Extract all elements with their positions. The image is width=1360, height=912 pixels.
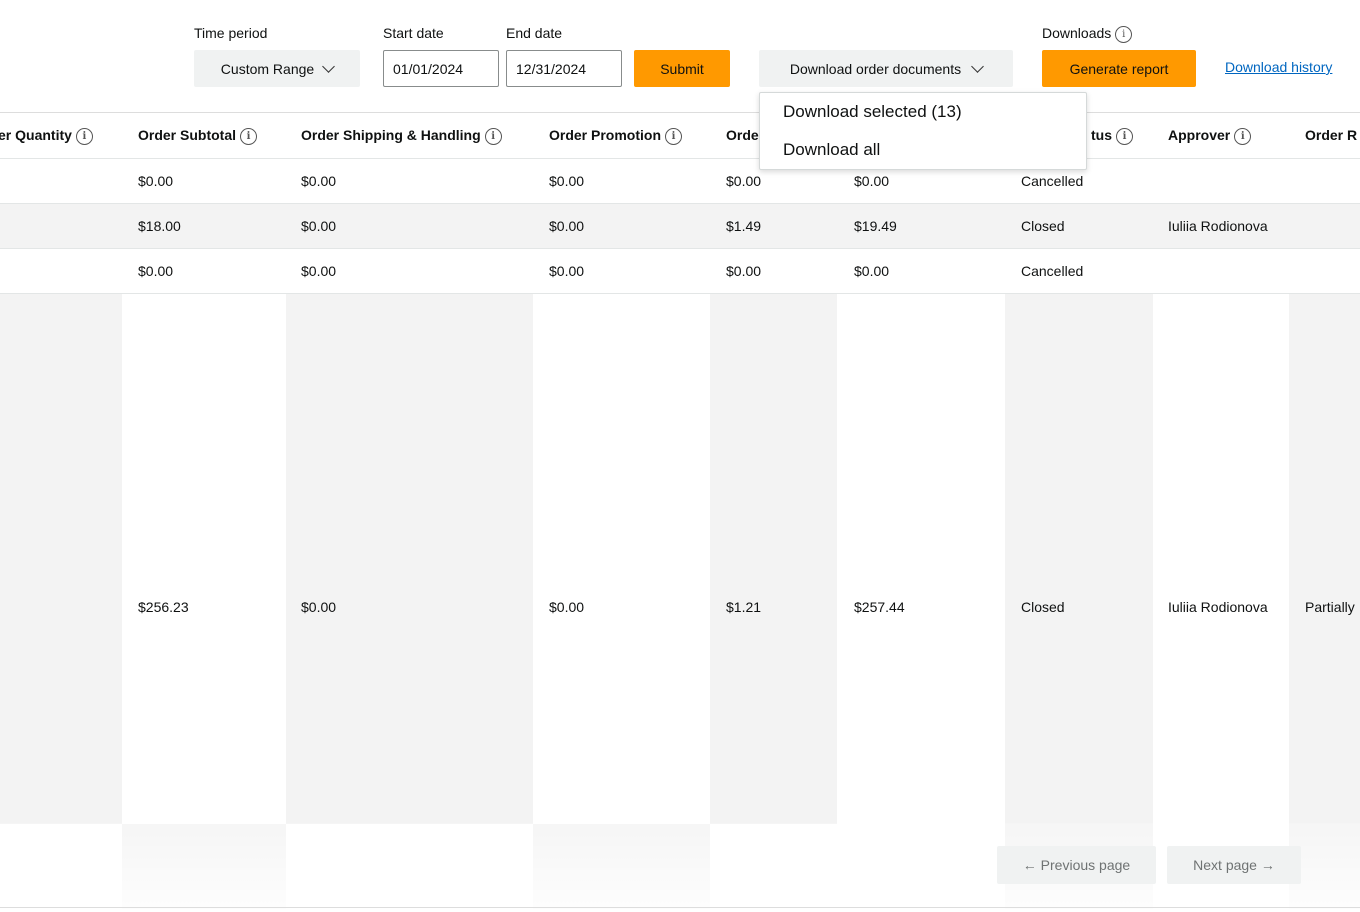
cell-promotion: $0.00 [549,599,585,615]
chevron-down-icon [322,59,336,73]
download-order-documents-label: Download order documents [789,60,962,77]
info-icon[interactable]: i [484,127,502,145]
cell-net-total: $0.00 [854,263,890,279]
menu-item-download-selected[interactable]: Download selected (13) [783,102,962,122]
header-order-subtotal[interactable]: Order Subtotal i [138,127,258,145]
cell-bg [710,294,837,824]
cell-subtotal: $0.00 [138,263,174,279]
info-icon[interactable]: i [240,127,258,145]
time-period-select[interactable]: Custom Range [194,50,360,87]
submit-button[interactable]: Submit [634,50,730,87]
header-order-status[interactable]: tus i [1091,127,1133,145]
start-date-label: Start date [383,25,444,41]
info-icon[interactable]: i [665,127,683,145]
cell-status: Closed [1021,599,1065,615]
generate-report-button[interactable]: Generate report [1042,50,1196,87]
previous-page-button[interactable]: ← Previous page [997,846,1156,884]
cell-bg [1153,294,1289,824]
cell-tax: $1.49 [726,218,762,234]
header-approver[interactable]: Approver i [1168,127,1252,145]
end-date-label: End date [506,25,563,41]
header-order-quantity[interactable]: er Quantity i [0,127,93,145]
download-history-link[interactable]: Download history [1225,59,1332,75]
info-icon[interactable]: i [75,127,93,145]
header-order-shipping[interactable]: Order Shipping & Handling i [301,127,502,145]
end-date-input[interactable] [506,50,622,87]
cell-status: Closed [1021,218,1065,234]
info-icon[interactable]: i [1234,127,1252,145]
cell-shipping: $0.00 [301,263,337,279]
cell-tax: $0.00 [726,263,762,279]
chevron-down-icon [971,59,984,73]
header-label: Approver [1168,127,1231,143]
info-icon[interactable]: i [1116,127,1133,145]
cell-tax: $1.21 [726,599,762,615]
header-label: Order Shipping & Handling [301,127,481,143]
cell-net-total: $257.44 [854,599,905,615]
downloads-label: Downloads i [1042,25,1133,43]
cell-promotion: $0.00 [549,218,585,234]
cell-bg [1005,294,1153,824]
header-label: Order Subtotal [138,127,237,143]
row-divider [0,203,1360,204]
info-icon[interactable]: i [1115,25,1133,43]
header-label: er Quantity [0,127,72,143]
cell-tax: $0.00 [726,173,762,189]
cell-bg [1289,294,1360,824]
orders-table: er Quantity i Order Subtotal i Order Shipp… [0,112,1360,909]
cell-shipping: $0.00 [301,173,337,189]
cell-shipping: $0.00 [301,218,337,234]
header-order-receiving[interactable]: Order R [1305,127,1357,143]
header-label: tus [1091,127,1112,143]
cell-shipping: $0.00 [301,599,337,615]
start-date-input[interactable] [383,50,499,87]
download-options-menu: Download selected (13) Download all [759,92,1087,170]
cell-status: Cancelled [1021,263,1084,279]
header-order-promotion[interactable]: Order Promotion i [549,127,683,145]
cell-bg [122,294,286,824]
table-row[interactable] [0,204,1360,248]
cell-receiving: Partially [1305,599,1355,615]
cell-status: Cancelled [1021,173,1084,189]
header-order-tax[interactable]: Orde [726,127,759,143]
cell-subtotal: $0.00 [138,173,174,189]
cell-approver: Iuliia Rodionova [1168,218,1268,234]
cell-bg [837,294,1005,824]
cell-approver: Iuliia Rodionova [1168,599,1268,615]
cell-subtotal: $256.23 [138,599,189,615]
downloads-label-text: Downloads [1042,25,1112,41]
cell-promotion: $0.00 [549,173,585,189]
cell-net-total: $19.49 [854,218,897,234]
header-label: Order Promotion [549,127,662,143]
cell-net-total: $0.00 [854,173,890,189]
cell-bg [286,294,533,824]
scroll-fade [0,823,1360,909]
next-page-button[interactable]: Next page → [1167,846,1301,884]
time-period-value: Custom Range [220,60,315,77]
cell-promotion: $0.00 [549,263,585,279]
cell-subtotal: $18.00 [138,218,181,234]
time-period-label: Time period [194,25,268,41]
cell-bg [0,294,122,824]
table-bottom-border [0,907,1360,908]
download-order-documents-button[interactable]: Download order documents [759,50,1013,87]
menu-item-download-all[interactable]: Download all [783,140,880,160]
cell-bg [533,294,710,824]
